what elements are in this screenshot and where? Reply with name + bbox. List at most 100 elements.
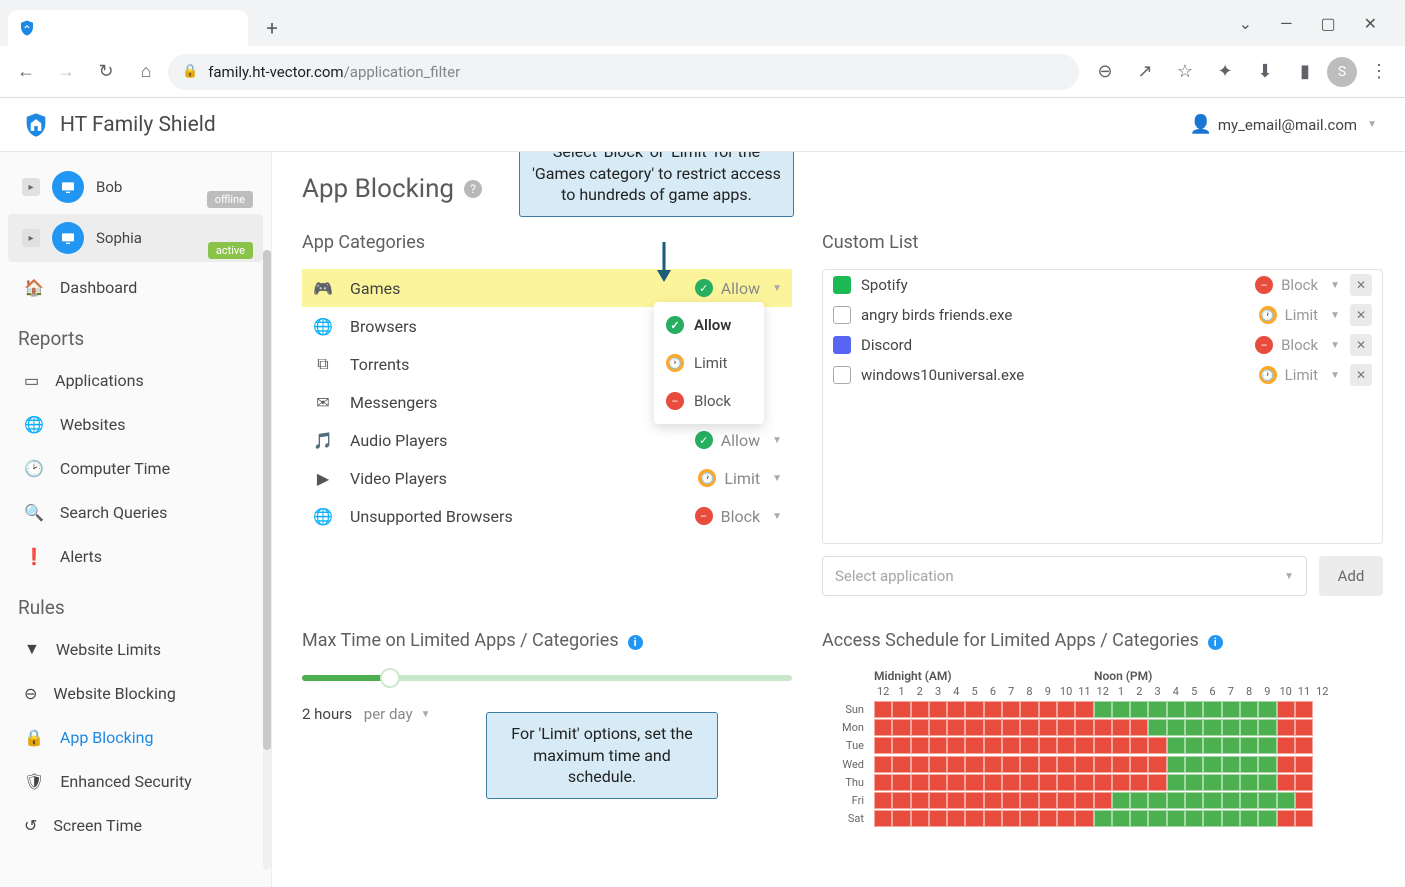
schedule-cell[interactable] [1258, 719, 1276, 736]
schedule-cell[interactable] [965, 774, 983, 791]
bookmark-star-icon[interactable]: ☆ [1167, 54, 1203, 90]
schedule-cell[interactable] [1094, 701, 1112, 718]
schedule-cell[interactable] [1185, 810, 1203, 827]
schedule-cell[interactable] [1112, 774, 1130, 791]
nav-back-button[interactable]: ← [8, 54, 44, 90]
schedule-cell[interactable] [929, 792, 947, 809]
sidebar-item-website-blocking[interactable]: ⊖Website Blocking [0, 671, 271, 715]
schedule-cell[interactable] [1002, 774, 1020, 791]
schedule-cell[interactable] [1020, 792, 1038, 809]
schedule-cell[interactable] [911, 810, 929, 827]
address-bar[interactable]: 🔒 family.ht-vector.com/application_filte… [168, 54, 1079, 90]
schedule-cell[interactable] [1094, 810, 1112, 827]
schedule-cell[interactable] [1094, 774, 1112, 791]
sidebar-item-websites[interactable]: 🌐Websites [0, 402, 271, 446]
schedule-cell[interactable] [1094, 756, 1112, 773]
schedule-cell[interactable] [1258, 810, 1276, 827]
nav-forward-button[interactable]: → [48, 54, 84, 90]
schedule-cell[interactable] [1130, 719, 1148, 736]
schedule-cell[interactable] [1167, 756, 1185, 773]
schedule-cell[interactable] [1039, 810, 1057, 827]
share-icon[interactable]: ↗ [1127, 54, 1163, 90]
schedule-cell[interactable] [1130, 756, 1148, 773]
schedule-cell[interactable] [965, 756, 983, 773]
side-panel-icon[interactable]: ▮ [1287, 54, 1323, 90]
schedule-cell[interactable] [1203, 701, 1221, 718]
window-maximize-icon[interactable]: ▢ [1320, 14, 1335, 33]
sidebar-item-enhanced-security[interactable]: 🛡Enhanced Security [0, 759, 271, 803]
window-dropdown-icon[interactable]: ⌄ [1239, 14, 1252, 33]
schedule-cell[interactable] [1112, 701, 1130, 718]
schedule-cell[interactable] [1295, 737, 1313, 754]
schedule-cell[interactable] [874, 737, 892, 754]
schedule-cell[interactable] [1075, 756, 1093, 773]
kebab-menu-icon[interactable]: ⋮ [1361, 54, 1397, 90]
schedule-cell[interactable] [892, 737, 910, 754]
schedule-cell[interactable] [1039, 792, 1057, 809]
schedule-cell[interactable] [1240, 774, 1258, 791]
schedule-cell[interactable] [1277, 719, 1295, 736]
schedule-cell[interactable] [1203, 792, 1221, 809]
schedule-cell[interactable] [929, 719, 947, 736]
sidebar-item-screen-time[interactable]: ↺Screen Time [0, 803, 271, 847]
schedule-cell[interactable] [1185, 756, 1203, 773]
schedule-cell[interactable] [1094, 719, 1112, 736]
schedule-cell[interactable] [911, 774, 929, 791]
schedule-cell[interactable] [1020, 737, 1038, 754]
schedule-cell[interactable] [1057, 737, 1075, 754]
sidebar-item-app-blocking[interactable]: 🔒App Blocking [0, 715, 271, 759]
schedule-row[interactable]: Wed [822, 755, 1383, 773]
nav-reload-button[interactable]: ↻ [88, 54, 124, 90]
schedule-cell[interactable] [874, 774, 892, 791]
schedule-cell[interactable] [1075, 810, 1093, 827]
schedule-cell[interactable] [1240, 719, 1258, 736]
custom-list-row[interactable]: Discord –Block▼ ✕ [823, 330, 1382, 360]
category-status[interactable]: 🕐Limit▼ [698, 469, 782, 488]
maxtime-slider[interactable] [302, 675, 792, 681]
schedule-cell[interactable] [1075, 737, 1093, 754]
schedule-cell[interactable] [1185, 737, 1203, 754]
schedule-cell[interactable] [1203, 737, 1221, 754]
schedule-cell[interactable] [1167, 737, 1185, 754]
schedule-cell[interactable] [892, 774, 910, 791]
schedule-cell[interactable] [1075, 719, 1093, 736]
schedule-cell[interactable] [1185, 774, 1203, 791]
schedule-cell[interactable] [1002, 810, 1020, 827]
new-tab-button[interactable]: + [256, 12, 288, 44]
schedule-cell[interactable] [911, 701, 929, 718]
schedule-cell[interactable] [1185, 701, 1203, 718]
schedule-cell[interactable] [1222, 810, 1240, 827]
schedule-cell[interactable] [1258, 737, 1276, 754]
schedule-row[interactable]: Tue [822, 737, 1383, 755]
info-icon[interactable]: i [1208, 635, 1223, 650]
sidebar-item-search-queries[interactable]: 🔍Search Queries [0, 490, 271, 534]
schedule-cell[interactable] [1148, 756, 1166, 773]
schedule-cell[interactable] [1277, 792, 1295, 809]
category-row[interactable]: 🎵 Audio Players ✓Allow▼ [302, 421, 792, 459]
schedule-cell[interactable] [1020, 719, 1038, 736]
category-row[interactable]: 🌐 Unsupported Browsers –Block▼ [302, 497, 792, 535]
schedule-cell[interactable] [1130, 810, 1148, 827]
remove-button[interactable]: ✕ [1350, 304, 1372, 326]
schedule-cell[interactable] [1057, 701, 1075, 718]
schedule-cell[interactable] [911, 719, 929, 736]
sidebar-item-computer-time[interactable]: 🕑Computer Time [0, 446, 271, 490]
schedule-cell[interactable] [1057, 810, 1075, 827]
schedule-cell[interactable] [929, 810, 947, 827]
schedule-cell[interactable] [984, 774, 1002, 791]
schedule-cell[interactable] [1203, 719, 1221, 736]
schedule-cell[interactable] [1094, 792, 1112, 809]
schedule-cell[interactable] [1167, 810, 1185, 827]
schedule-cell[interactable] [1148, 737, 1166, 754]
schedule-cell[interactable] [984, 756, 1002, 773]
schedule-cell[interactable] [1039, 701, 1057, 718]
schedule-cell[interactable] [1130, 792, 1148, 809]
schedule-row[interactable]: Sat [822, 810, 1383, 828]
schedule-cell[interactable] [1148, 719, 1166, 736]
schedule-cell[interactable] [892, 810, 910, 827]
remove-button[interactable]: ✕ [1350, 274, 1372, 296]
schedule-cell[interactable] [984, 701, 1002, 718]
schedule-row[interactable]: Thu [822, 773, 1383, 791]
browser-tab[interactable] [8, 10, 248, 46]
dropdown-option-block[interactable]: –Block [654, 382, 764, 420]
